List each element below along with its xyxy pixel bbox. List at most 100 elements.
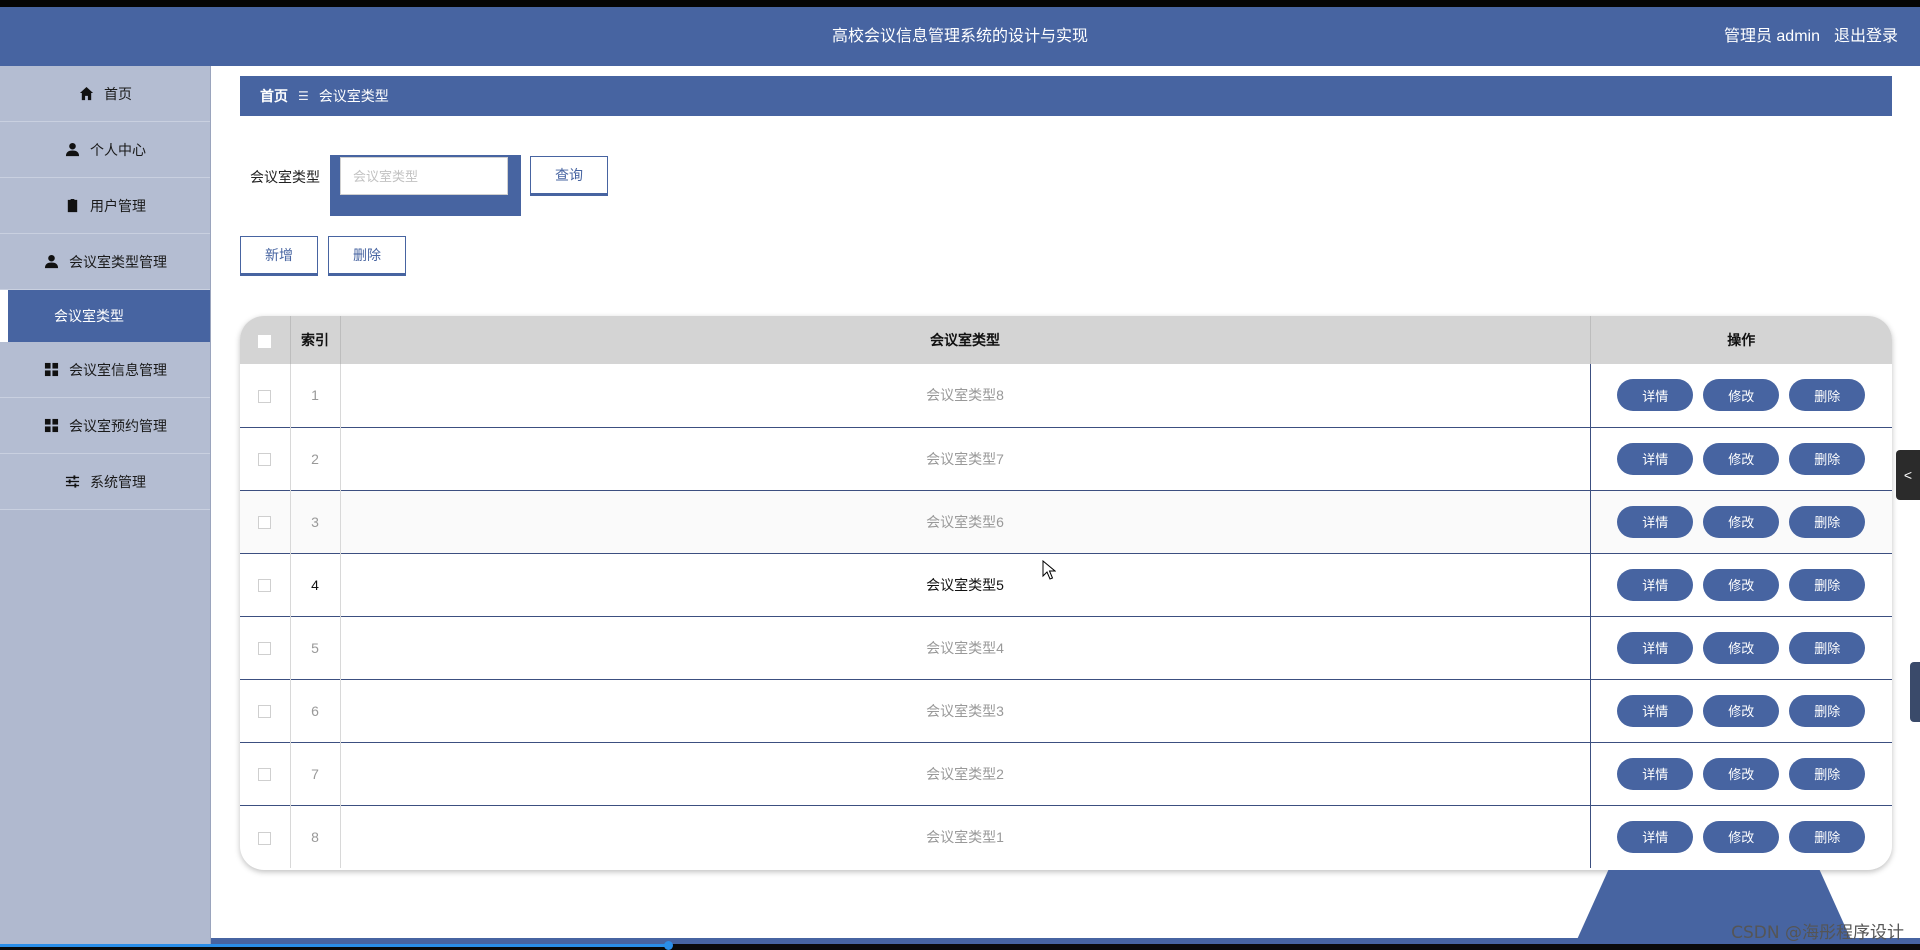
table-row: 5 会议室类型4 详情 修改 删除 bbox=[240, 616, 1892, 679]
delete-button[interactable]: 删除 bbox=[1789, 442, 1866, 475]
row-room-type: 会议室类型4 bbox=[340, 616, 1591, 679]
edit-button[interactable]: 修改 bbox=[1703, 568, 1780, 601]
row-checkbox[interactable] bbox=[258, 705, 272, 719]
data-table: 索引 会议室类型 操作 1 会议室类型8 详情 修改 删除 2 会议室类型7 详情 修改 删除 3 会… bbox=[240, 316, 1892, 870]
row-checkbox[interactable] bbox=[258, 579, 272, 593]
row-checkbox[interactable] bbox=[258, 831, 272, 845]
query-button[interactable]: 查询 bbox=[530, 156, 608, 196]
delete-button[interactable]: 删除 bbox=[1789, 505, 1866, 538]
table-row: 1 会议室类型8 详情 修改 删除 bbox=[240, 364, 1892, 427]
search-input-container bbox=[330, 155, 521, 216]
add-button[interactable]: 新增 bbox=[240, 236, 318, 276]
table-row: 2 会议室类型7 详情 修改 删除 bbox=[240, 427, 1892, 490]
sidebar-item-room-info-management[interactable]: 会议室信息管理 bbox=[0, 342, 210, 398]
edit-button[interactable]: 修改 bbox=[1703, 379, 1780, 412]
delete-button[interactable]: 删除 bbox=[1789, 631, 1866, 664]
row-ops-cell: 详情 修改 删除 bbox=[1590, 553, 1892, 616]
column-header-index: 索引 bbox=[290, 316, 341, 364]
user-icon bbox=[64, 142, 80, 158]
detail-button[interactable]: 详情 bbox=[1617, 694, 1694, 727]
grid-icon bbox=[43, 362, 59, 378]
video-progress-bar[interactable] bbox=[0, 944, 670, 947]
user-icon bbox=[43, 254, 59, 270]
sidebar-item-label: 会议室预约管理 bbox=[69, 417, 167, 434]
sidebar-item-label: 会议室类型 bbox=[54, 308, 124, 324]
row-index: 5 bbox=[290, 616, 341, 679]
row-room-type: 会议室类型7 bbox=[340, 427, 1591, 490]
edit-button[interactable]: 修改 bbox=[1703, 757, 1780, 790]
edit-button[interactable]: 修改 bbox=[1703, 442, 1780, 475]
detail-button[interactable]: 详情 bbox=[1617, 820, 1694, 853]
row-checkbox[interactable] bbox=[258, 453, 272, 467]
row-room-type: 会议室类型1 bbox=[340, 805, 1591, 868]
sidebar: 首页 个人中心 用户管理 会议室类型管理 会议室类型 会议室信息管理 会议室预约… bbox=[0, 66, 211, 944]
column-header-type: 会议室类型 bbox=[340, 316, 1591, 364]
edit-button[interactable]: 修改 bbox=[1703, 694, 1780, 727]
select-all-checkbox[interactable] bbox=[258, 334, 272, 348]
delete-button[interactable]: 删除 bbox=[1789, 694, 1866, 727]
search-input[interactable] bbox=[340, 157, 508, 195]
edit-button[interactable]: 修改 bbox=[1703, 820, 1780, 853]
row-index: 7 bbox=[290, 742, 341, 805]
sidebar-item-label: 会议室信息管理 bbox=[69, 361, 167, 378]
row-ops-cell: 详情 修改 删除 bbox=[1590, 364, 1892, 427]
delete-button[interactable]: 删除 bbox=[1789, 568, 1866, 601]
row-ops-cell: 详情 修改 删除 bbox=[1590, 805, 1892, 868]
sidebar-item-personal-center[interactable]: 个人中心 bbox=[0, 122, 210, 178]
row-index: 3 bbox=[290, 490, 341, 553]
window-top-strip bbox=[0, 0, 1920, 7]
breadcrumb-home[interactable]: 首页 bbox=[260, 86, 288, 106]
detail-button[interactable]: 详情 bbox=[1617, 757, 1694, 790]
delete-button[interactable]: 删除 bbox=[1789, 820, 1866, 853]
sidebar-subitem-room-type[interactable]: 会议室类型 bbox=[0, 290, 210, 342]
table-row: 3 会议室类型6 详情 修改 删除 bbox=[240, 490, 1892, 553]
collapse-panel-tab[interactable]: < bbox=[1896, 450, 1920, 500]
row-room-type: 会议室类型5 bbox=[340, 553, 1591, 616]
sidebar-item-system-management[interactable]: 系统管理 bbox=[0, 454, 210, 510]
edit-button[interactable]: 修改 bbox=[1703, 505, 1780, 538]
row-select-cell bbox=[240, 490, 291, 553]
sidebar-item-label: 首页 bbox=[104, 85, 132, 102]
detail-button[interactable]: 详情 bbox=[1617, 568, 1694, 601]
detail-button[interactable]: 详情 bbox=[1617, 505, 1694, 538]
batch-delete-button[interactable]: 删除 bbox=[328, 236, 406, 276]
table-row: 8 会议室类型1 详情 修改 删除 bbox=[240, 805, 1892, 868]
breadcrumb-separator-icon: ☰ bbox=[298, 89, 309, 103]
row-index: 4 bbox=[290, 553, 341, 616]
row-checkbox[interactable] bbox=[258, 390, 272, 404]
current-user-label: 管理员 admin bbox=[1723, 28, 1820, 45]
row-ops-cell: 详情 修改 删除 bbox=[1590, 742, 1892, 805]
side-widget-handle[interactable] bbox=[1910, 662, 1920, 722]
select-all-cell bbox=[240, 316, 291, 364]
header-user-area: 管理员 admin 退出登录 bbox=[1724, 7, 1898, 66]
mouse-cursor-icon bbox=[1042, 560, 1056, 580]
delete-button[interactable]: 删除 bbox=[1789, 379, 1866, 412]
video-progress-handle[interactable] bbox=[664, 941, 673, 950]
sliders-icon bbox=[64, 474, 80, 490]
watermark: CSDN @海彤程序设计 bbox=[1731, 923, 1904, 943]
row-room-type: 会议室类型6 bbox=[340, 490, 1591, 553]
edit-button[interactable]: 修改 bbox=[1703, 631, 1780, 664]
detail-button[interactable]: 详情 bbox=[1617, 631, 1694, 664]
sidebar-item-label: 会议室类型管理 bbox=[69, 253, 167, 270]
sidebar-item-label: 个人中心 bbox=[90, 141, 146, 158]
logout-link[interactable]: 退出登录 bbox=[1834, 7, 1898, 66]
row-select-cell bbox=[240, 742, 291, 805]
chevron-left-icon: < bbox=[1903, 467, 1913, 483]
grid-icon bbox=[43, 418, 59, 434]
row-checkbox[interactable] bbox=[258, 516, 272, 530]
table-row: 6 会议室类型3 详情 修改 删除 bbox=[240, 679, 1892, 742]
detail-button[interactable]: 详情 bbox=[1617, 442, 1694, 475]
row-checkbox[interactable] bbox=[258, 768, 272, 782]
sidebar-item-room-booking-management[interactable]: 会议室预约管理 bbox=[0, 398, 210, 454]
row-checkbox[interactable] bbox=[258, 642, 272, 656]
app-header: 高校会议信息管理系统的设计与实现 管理员 admin 退出登录 bbox=[0, 7, 1920, 66]
sidebar-item-user-management[interactable]: 用户管理 bbox=[0, 178, 210, 234]
sidebar-item-label: 用户管理 bbox=[90, 197, 146, 214]
row-select-cell bbox=[240, 427, 291, 490]
delete-button[interactable]: 删除 bbox=[1789, 757, 1866, 790]
sidebar-item-home[interactable]: 首页 bbox=[0, 66, 210, 122]
row-room-type: 会议室类型3 bbox=[340, 679, 1591, 742]
detail-button[interactable]: 详情 bbox=[1617, 379, 1694, 412]
sidebar-item-room-type-management[interactable]: 会议室类型管理 bbox=[0, 234, 210, 290]
